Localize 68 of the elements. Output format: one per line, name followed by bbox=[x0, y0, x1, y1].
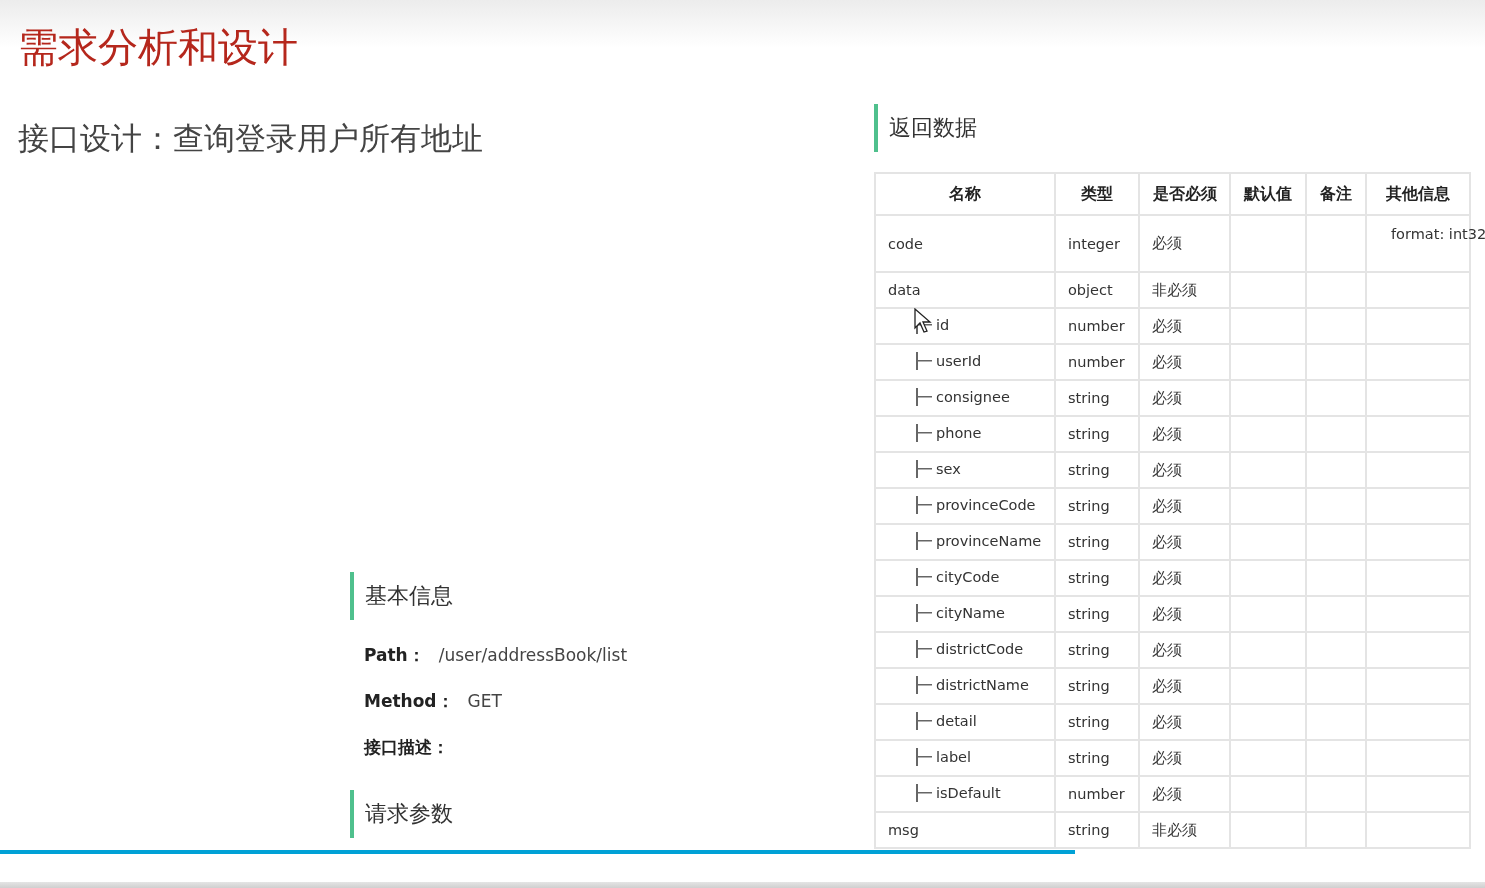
field-name: consignee bbox=[936, 388, 1010, 405]
table-cell: 必须 bbox=[1139, 344, 1230, 380]
table-cell: string bbox=[1055, 524, 1139, 560]
table-cell: object bbox=[1055, 272, 1139, 308]
table-cell: string bbox=[1055, 740, 1139, 776]
table-cell: integer bbox=[1055, 215, 1139, 272]
field-label: Path： bbox=[364, 645, 425, 665]
field-name: label bbox=[936, 748, 972, 765]
table-cell: number bbox=[1055, 308, 1139, 344]
table-cell: 必须 bbox=[1139, 596, 1230, 632]
column-header: 备注 bbox=[1306, 173, 1366, 215]
field-name: districtCode bbox=[936, 640, 1024, 657]
field-label: Method： bbox=[364, 691, 454, 711]
column-header: 其他信息 bbox=[1366, 173, 1470, 215]
table-cell: string bbox=[1055, 416, 1139, 452]
table-cell: 非必须 bbox=[1139, 812, 1230, 848]
table-cell: string bbox=[1055, 632, 1139, 668]
table-cell: string bbox=[1055, 452, 1139, 488]
table-cell: string bbox=[1055, 668, 1139, 704]
field-value: /user/addressBook/list bbox=[438, 645, 628, 665]
table-cell: 必须 bbox=[1139, 524, 1230, 560]
table-cell: code bbox=[875, 215, 1055, 272]
field-name: provinceCode bbox=[936, 496, 1036, 513]
field-label: 接口描述： bbox=[364, 737, 449, 757]
table-cell: 必须 bbox=[1139, 740, 1230, 776]
field-value: GET bbox=[467, 691, 502, 711]
table-cell: 必须 bbox=[1139, 308, 1230, 344]
table-cell: number bbox=[1055, 344, 1139, 380]
section-heading: 返回数据 bbox=[874, 104, 977, 152]
table-cell: string bbox=[1055, 596, 1139, 632]
table-cell: string bbox=[1055, 560, 1139, 596]
table-cell: 非必须 bbox=[1139, 272, 1230, 308]
field-name: sex bbox=[936, 460, 961, 477]
slide-title: 需求分析和设计 bbox=[18, 23, 298, 72]
table-cell: 必须 bbox=[1139, 704, 1230, 740]
table-cell: 必须 bbox=[1139, 488, 1230, 524]
section-heading: 基本信息 bbox=[350, 572, 453, 620]
table-cell: 必须 bbox=[1139, 632, 1230, 668]
table-cell: 必须 bbox=[1139, 668, 1230, 704]
table-cell: string bbox=[1055, 812, 1139, 848]
column-header: 类型 bbox=[1055, 173, 1139, 215]
table-cell: format: int32 bbox=[1391, 226, 1485, 242]
table-cell: 必须 bbox=[1139, 215, 1230, 272]
field-name: isDefault bbox=[936, 784, 1001, 801]
field-name: phone bbox=[936, 424, 982, 441]
table-cell: msg bbox=[875, 812, 1055, 848]
table-cell: 必须 bbox=[1139, 452, 1230, 488]
table-cell: 必须 bbox=[1139, 416, 1230, 452]
field-name: userId bbox=[936, 352, 982, 369]
table-cell: number bbox=[1055, 776, 1139, 812]
table-cell: 必须 bbox=[1139, 560, 1230, 596]
column-header: 是否必须 bbox=[1139, 173, 1230, 215]
field-name: detail bbox=[936, 712, 977, 729]
table-cell: data bbox=[875, 272, 1055, 308]
table-cell: string bbox=[1055, 488, 1139, 524]
table-cell: 必须 bbox=[1139, 380, 1230, 416]
table-cell: string bbox=[1055, 704, 1139, 740]
field-name: districtName bbox=[936, 676, 1029, 693]
table-cell: string bbox=[1055, 380, 1139, 416]
field-name: id bbox=[936, 316, 950, 333]
field-name: cityName bbox=[936, 604, 1006, 621]
slide-subtitle: 接口设计：查询登录用户所有地址 bbox=[18, 119, 483, 158]
table-cell: 必须 bbox=[1139, 776, 1230, 812]
column-header: 默认值 bbox=[1230, 173, 1306, 215]
column-header: 名称 bbox=[875, 173, 1055, 215]
section-heading: 请求参数 bbox=[350, 790, 453, 838]
field-name: cityCode bbox=[936, 568, 1000, 585]
field-name: provinceName bbox=[936, 532, 1042, 549]
